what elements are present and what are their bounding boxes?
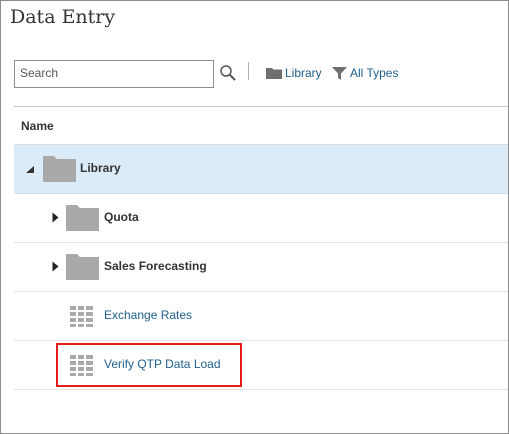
column-header-name[interactable]: Name [21, 119, 54, 133]
all-types-filter-link[interactable]: All Types [350, 66, 398, 80]
row-label: Library [80, 161, 121, 175]
table-row-quota[interactable]: Quota [14, 194, 508, 243]
search-icon[interactable] [219, 64, 237, 82]
collapsed-triangle-icon[interactable] [52, 261, 59, 272]
toolbar-separator [248, 62, 249, 80]
search-field[interactable] [14, 60, 214, 88]
highlight-box [56, 343, 242, 387]
form-grid-icon [70, 306, 93, 327]
row-label: Sales Forecasting [104, 259, 207, 273]
row-label: Quota [104, 210, 139, 224]
table-row-sales-forecasting[interactable]: Sales Forecasting [14, 243, 508, 292]
table-header: Name [14, 106, 508, 145]
search-input[interactable] [15, 61, 210, 85]
collapsed-triangle-icon[interactable] [52, 212, 59, 223]
folder-icon[interactable] [266, 67, 282, 79]
folder-icon [43, 156, 76, 182]
folder-icon [66, 205, 99, 231]
row-link[interactable]: Exchange Rates [104, 308, 192, 322]
table-row-library[interactable]: Library [14, 145, 508, 194]
filter-icon[interactable] [332, 67, 347, 80]
table-row-exchange-rates[interactable]: Exchange Rates [14, 292, 508, 341]
expanded-triangle-icon[interactable] [26, 166, 34, 173]
page-title: Data Entry [10, 6, 116, 28]
folder-icon [66, 254, 99, 280]
library-filter-link[interactable]: Library [285, 66, 322, 80]
data-entry-panel: Data Entry Library All Types Name Librar… [0, 0, 509, 434]
